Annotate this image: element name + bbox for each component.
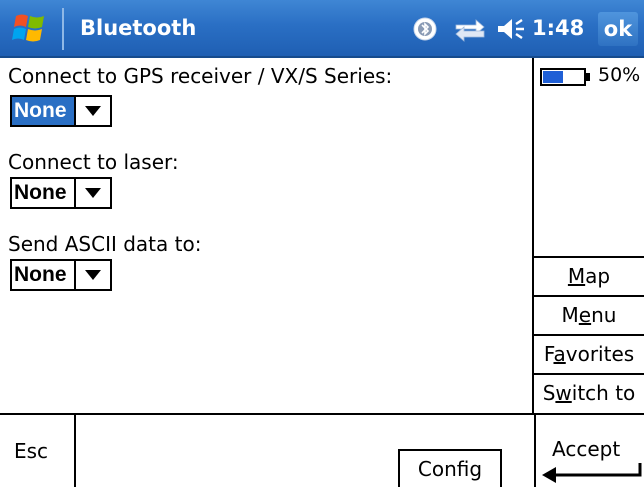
laser-label: Connect to laser: [8,150,179,174]
ascii-dropdown[interactable]: None [10,259,112,291]
ascii-label: Send ASCII data to: [8,232,202,256]
chevron-down-icon [85,270,101,280]
laser-dropdown-value[interactable]: None [12,179,74,207]
battery-level-fill [543,71,563,83]
battery-icon [540,68,590,86]
gps-dropdown[interactable]: None [10,95,112,127]
ok-button[interactable]: ok [598,12,638,46]
gps-dropdown-arrow[interactable] [74,97,110,125]
switch-label-pre: S [542,381,556,405]
switch-label-post: itch to [571,381,636,405]
chevron-down-icon [85,106,101,116]
favorites-label-post: vorites [565,342,635,366]
screen: Bluetooth 1:48 ok Connect to GPS receive… [0,0,644,487]
ascii-dropdown-arrow[interactable] [74,261,110,289]
volume-icon[interactable] [494,16,530,42]
menu-label-post: nu [591,303,617,327]
favorites-button[interactable]: Favorites [534,334,644,372]
gps-label: Connect to GPS receiver / VX/S Series: [8,64,393,88]
menu-label-underline: e [578,303,592,327]
switch-label-underline: w [555,381,572,405]
clock[interactable]: 1:48 [532,16,584,40]
windows-start-icon[interactable] [10,10,50,48]
accept-button[interactable]: Accept [534,415,644,487]
switch-to-button[interactable]: Switch to [534,373,644,411]
ascii-dropdown-value[interactable]: None [12,261,74,289]
map-label-underline: M [567,264,586,288]
esc-button[interactable]: Esc [0,415,76,487]
gps-dropdown-value[interactable]: None [12,97,74,125]
config-button[interactable]: Config [398,449,502,487]
map-button[interactable]: Map [534,256,644,294]
battery-percent: 50% [598,64,641,86]
window-title: Bluetooth [80,16,197,40]
accept-label: Accept [552,437,621,461]
enter-arrow-icon [542,463,642,483]
chevron-down-icon [85,188,101,198]
map-label-post: ap [585,264,611,288]
favorites-label-underline: a [553,342,566,366]
title-bar: Bluetooth 1:48 ok [0,0,644,58]
menu-label-pre: M [561,303,579,327]
bluetooth-status-icon[interactable] [412,16,438,42]
connectivity-icon[interactable] [452,16,488,42]
laser-dropdown-arrow[interactable] [74,179,110,207]
laser-dropdown[interactable]: None [10,177,112,209]
menu-button[interactable]: Menu [534,295,644,333]
title-separator [62,8,64,50]
